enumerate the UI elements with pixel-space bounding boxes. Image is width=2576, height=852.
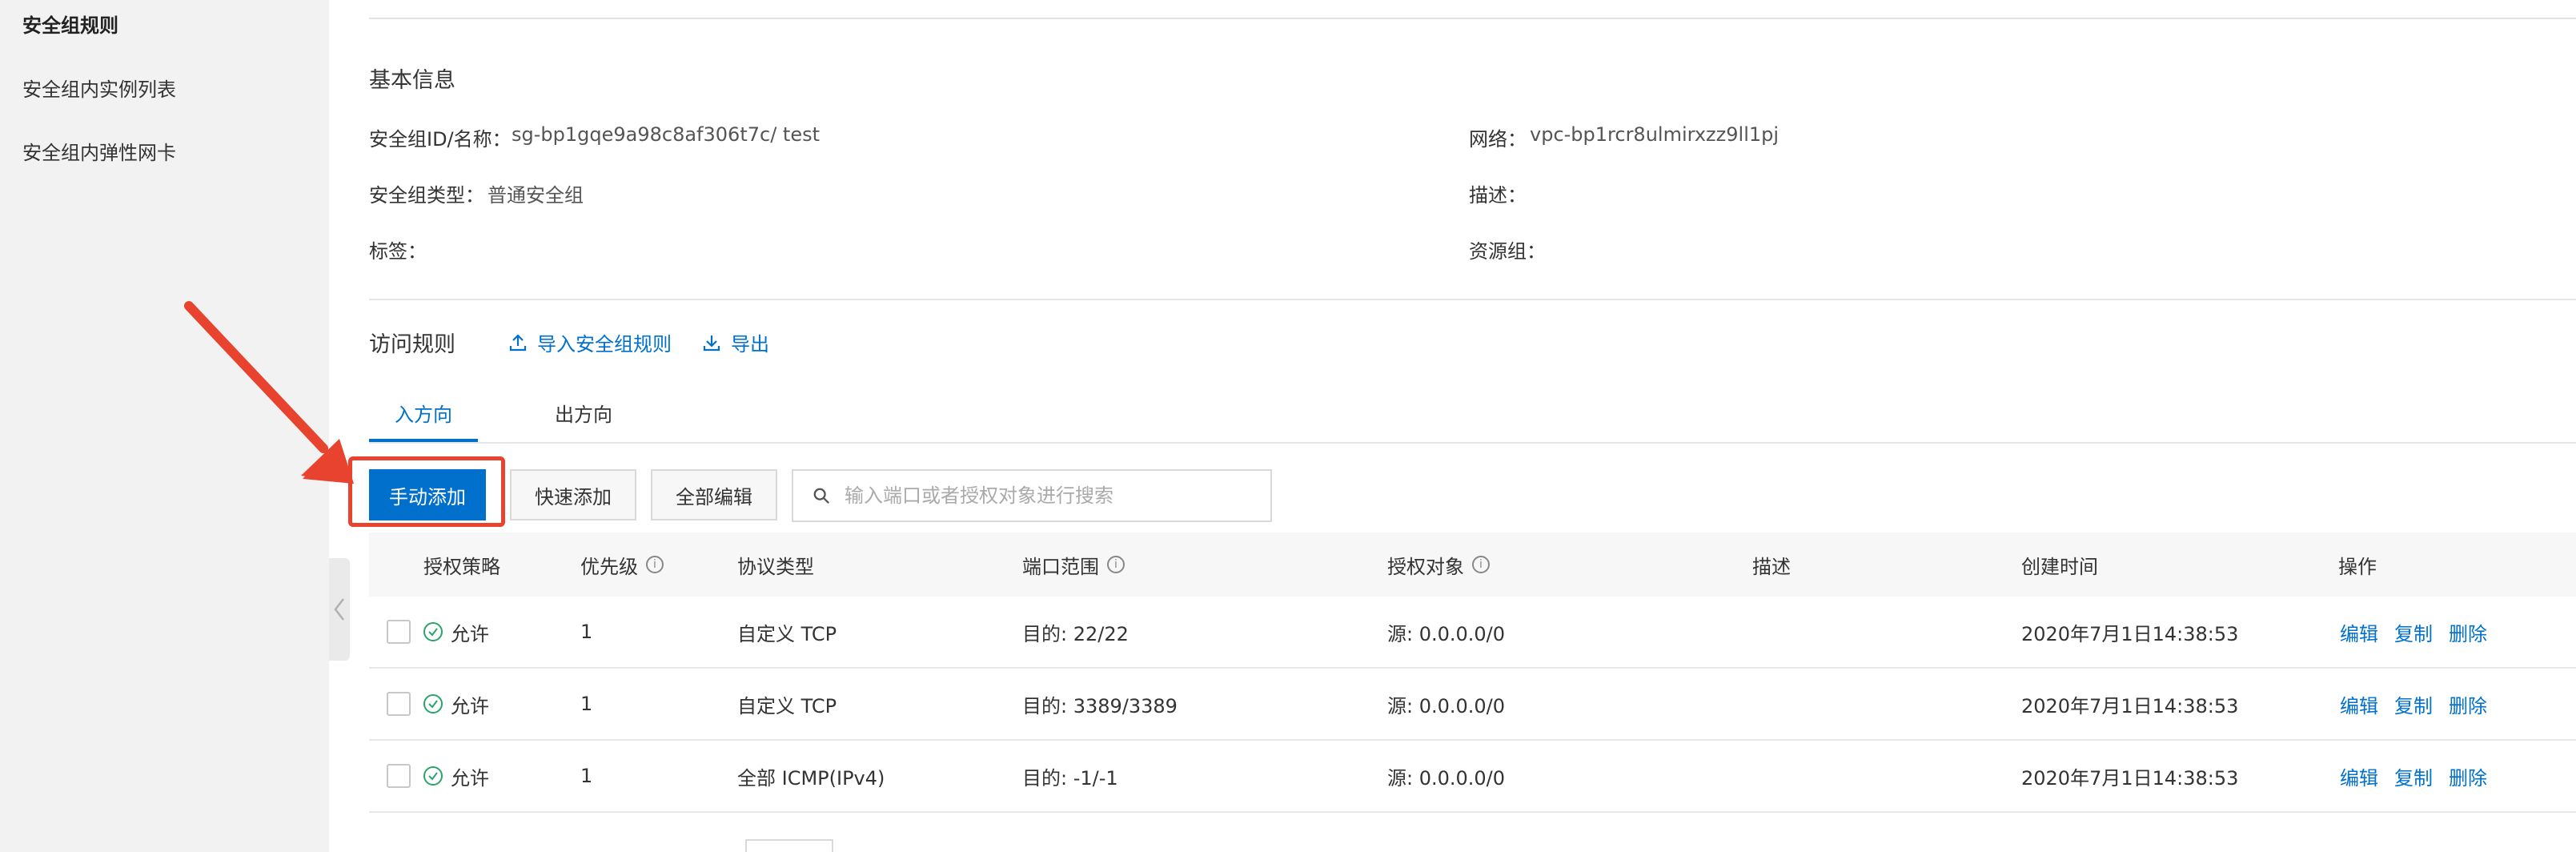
allow-check-icon <box>423 622 443 641</box>
actions-cell: 编辑 复制 删除 <box>2340 741 2503 811</box>
search-icon <box>813 488 829 504</box>
download-icon <box>703 335 720 351</box>
export-label: 导出 <box>731 333 769 356</box>
policy-cell: 允许 <box>423 669 489 739</box>
copy-link[interactable]: 复制 <box>2394 762 2433 790</box>
sg-id-label: 安全组ID/名称： <box>369 128 512 151</box>
policy-value: 允许 <box>451 766 489 790</box>
created-cell: 2020年7月1日14:38:53 <box>2021 694 2239 717</box>
delete-link[interactable]: 删除 <box>2449 690 2487 718</box>
table-header: 授权策略 优先级 i 协议类型 端口范围 i 授权对象 i 描述 创建时间 操作 <box>369 532 2576 597</box>
edit-all-button[interactable]: 全部编辑 <box>651 469 777 520</box>
divider <box>369 18 2576 19</box>
col-header-target: 授权对象 i <box>1387 532 1490 597</box>
sidebar-item-security-group-rules[interactable]: 安全组规则 <box>22 10 118 38</box>
copy-link[interactable]: 复制 <box>2394 618 2433 646</box>
edit-link[interactable]: 编辑 <box>2340 618 2378 646</box>
pagination-button[interactable] <box>745 839 833 852</box>
row-checkbox[interactable] <box>387 692 411 716</box>
col-header-port-range-label: 端口范围 <box>1022 555 1099 578</box>
created-cell: 2020年7月1日14:38:53 <box>2021 766 2239 790</box>
col-header-priority: 优先级 i <box>580 532 664 597</box>
target-cell: 源: 0.0.0.0/0 <box>1387 694 1506 717</box>
quick-add-button[interactable]: 快速添加 <box>510 469 636 520</box>
col-header-policy: 授权策略 <box>423 532 500 597</box>
resource-group-label: 资源组： <box>1469 240 1546 263</box>
info-icon[interactable]: i <box>1107 556 1125 573</box>
col-header-created-label: 创建时间 <box>2021 555 2098 578</box>
tags-label: 标签： <box>369 240 427 263</box>
edit-link[interactable]: 编辑 <box>2340 690 2378 718</box>
col-header-description-label: 描述 <box>1752 555 1791 578</box>
protocol-cell: 全部 ICMP(IPv4) <box>737 766 885 790</box>
main-content: 基本信息 安全组ID/名称： sg-bp1gqe9a98c8af306t7c/ … <box>329 0 2576 852</box>
delete-link[interactable]: 删除 <box>2449 762 2487 790</box>
policy-value: 允许 <box>451 694 489 717</box>
actions-cell: 编辑 复制 删除 <box>2340 597 2503 667</box>
target-cell: 源: 0.0.0.0/0 <box>1387 766 1506 790</box>
network-label: 网络： <box>1469 128 1527 151</box>
edit-link[interactable]: 编辑 <box>2340 762 2378 790</box>
policy-value: 允许 <box>451 622 489 645</box>
info-icon[interactable]: i <box>1472 556 1490 573</box>
manual-add-button[interactable]: 手动添加 <box>369 469 486 520</box>
sidebar: 安全组规则 安全组内实例列表 安全组内弹性网卡 <box>0 0 329 852</box>
allow-check-icon <box>423 694 443 713</box>
access-rules-title: 访问规则 <box>369 332 455 357</box>
upload-icon <box>509 333 527 351</box>
sg-id-value: sg-bp1gqe9a98c8af306t7c/ test <box>512 123 820 146</box>
row-checkbox[interactable] <box>387 764 411 788</box>
col-header-protocol-label: 协议类型 <box>737 555 814 578</box>
search-input[interactable] <box>845 484 1261 507</box>
col-header-target-label: 授权对象 <box>1387 555 1464 578</box>
policy-cell: 允许 <box>423 597 489 667</box>
protocol-cell: 自定义 TCP <box>737 622 837 645</box>
network-value: vpc-bp1rcr8ulmirxzz9ll1pj <box>1530 123 1780 146</box>
priority-cell: 1 <box>580 621 593 643</box>
col-header-description: 描述 <box>1752 532 1791 597</box>
priority-cell: 1 <box>580 765 593 787</box>
table-row: 允许 1 自定义 TCP 目的: 22/22 源: 0.0.0.0/0 2020… <box>369 597 2576 669</box>
import-rules-link[interactable]: 导入安全组规则 <box>508 328 672 356</box>
protocol-cell: 自定义 TCP <box>737 694 837 717</box>
tab-outbound[interactable]: 出方向 <box>555 399 612 427</box>
sidebar-item-instance-list[interactable]: 安全组内实例列表 <box>22 74 176 102</box>
row-checkbox[interactable] <box>387 620 411 644</box>
delete-link[interactable]: 删除 <box>2449 618 2487 646</box>
port-range-cell: 目的: 3389/3389 <box>1022 694 1178 717</box>
actions-cell: 编辑 复制 删除 <box>2340 669 2503 739</box>
search-box[interactable] <box>792 469 1272 522</box>
sidebar-item-eni-list[interactable]: 安全组内弹性网卡 <box>22 137 176 165</box>
table-row: 允许 1 自定义 TCP 目的: 3389/3389 源: 0.0.0.0/0 … <box>369 669 2576 741</box>
tab-inbound[interactable]: 入方向 <box>395 399 452 427</box>
target-cell: 源: 0.0.0.0/0 <box>1387 622 1506 645</box>
export-link[interactable]: 导出 <box>702 328 769 356</box>
description-label: 描述： <box>1469 184 1527 207</box>
info-icon[interactable]: i <box>646 556 664 573</box>
created-cell: 2020年7月1日14:38:53 <box>2021 622 2239 645</box>
col-header-actions-label: 操作 <box>2338 555 2377 578</box>
basic-info-title: 基本信息 <box>369 68 455 93</box>
sg-type-label: 安全组类型： <box>369 184 484 207</box>
col-header-policy-label: 授权策略 <box>423 555 500 578</box>
col-header-actions: 操作 <box>2338 532 2377 597</box>
col-header-created: 创建时间 <box>2021 532 2098 597</box>
table-row: 允许 1 全部 ICMP(IPv4) 目的: -1/-1 源: 0.0.0.0/… <box>369 741 2576 813</box>
copy-link[interactable]: 复制 <box>2394 690 2433 718</box>
port-range-cell: 目的: 22/22 <box>1022 622 1129 645</box>
tabs-divider <box>369 442 2576 444</box>
col-header-port-range: 端口范围 i <box>1022 532 1125 597</box>
policy-cell: 允许 <box>423 741 489 811</box>
import-rules-label: 导入安全组规则 <box>537 333 672 356</box>
sg-type-value: 普通安全组 <box>488 184 584 207</box>
port-range-cell: 目的: -1/-1 <box>1022 766 1118 790</box>
divider <box>369 299 2576 300</box>
col-header-protocol: 协议类型 <box>737 532 814 597</box>
priority-cell: 1 <box>580 693 593 715</box>
col-header-priority-label: 优先级 <box>580 555 638 578</box>
allow-check-icon <box>423 766 443 786</box>
